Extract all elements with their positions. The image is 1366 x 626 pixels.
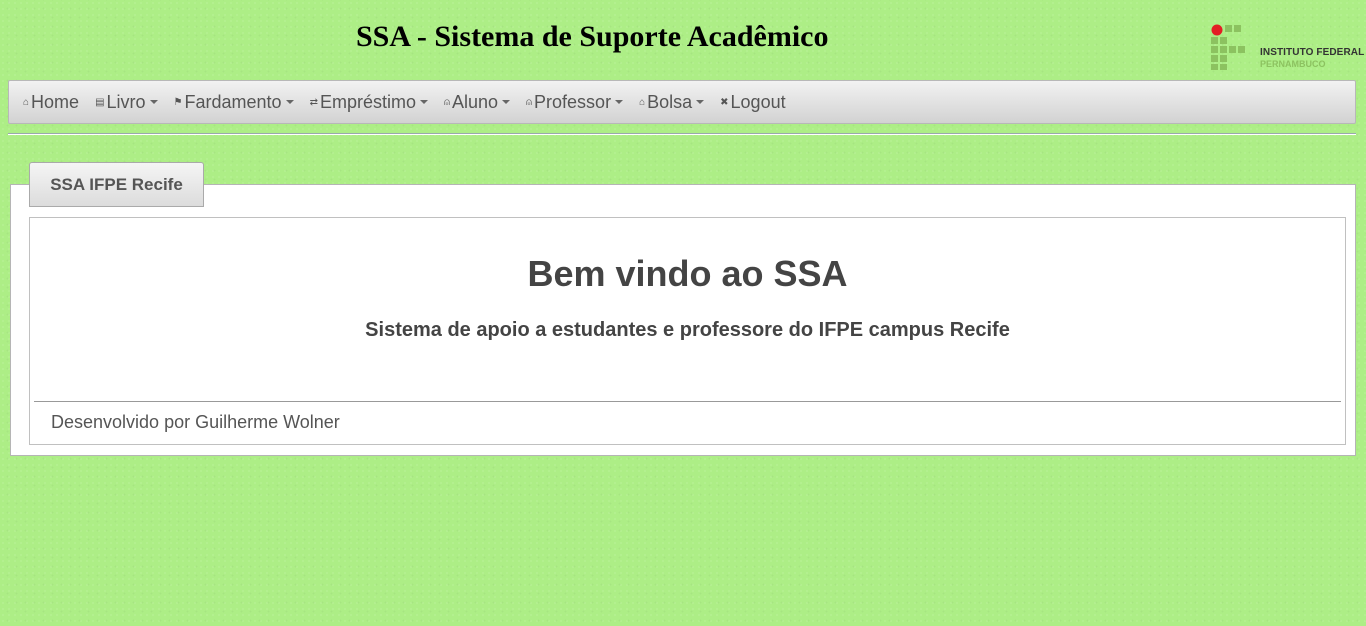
nav-item-fardamento[interactable]: ⚑ Fardamento: [174, 92, 294, 113]
user-icon: ⍝: [526, 96, 533, 108]
tab-ssa-ifpe-recife[interactable]: SSA IFPE Recife: [29, 162, 204, 207]
nav-item-label: Professor: [534, 91, 612, 112]
welcome-heading: Bem vindo ao SSA: [527, 253, 848, 294]
chevron-down-icon: [615, 100, 624, 104]
nav-item-bolsa[interactable]: ⌂ Bolsa: [639, 91, 705, 113]
briefcase-icon: ⌂: [639, 96, 646, 108]
nav-item-label: Logout: [730, 91, 786, 112]
nav-item-home[interactable]: ⌂ Home: [23, 92, 79, 113]
footer-credit: Desenvolvido por Guilherme Wolner: [51, 412, 340, 432]
nav-item-label: Aluno: [451, 91, 499, 112]
chevron-down-icon: [149, 100, 158, 104]
user-icon: ⍝: [443, 96, 450, 108]
footer-divider: [34, 401, 1341, 402]
main-navbar: ⌂ Home ▤ Livro ⚑ Fardamento ⇄ Empréstimo…: [8, 80, 1356, 124]
header-divider: [8, 133, 1356, 135]
nav-item-aluno[interactable]: ⍝ Aluno: [443, 91, 511, 113]
transfer-icon: ⇄: [309, 96, 318, 108]
flag-icon: ⚑: [173, 96, 183, 108]
nav-item-label: Empréstimo: [319, 91, 416, 112]
nav-item-label: Fardamento: [184, 91, 282, 112]
site-title: SSA - Sistema de Suporte Acadêmico: [356, 20, 829, 53]
nav-item-label: Bolsa: [647, 91, 693, 112]
nav-item-professor[interactable]: ⍝ Professor: [526, 91, 624, 113]
book-icon: ▤: [95, 96, 105, 108]
chevron-down-icon: [285, 100, 294, 104]
chevron-down-icon: [502, 100, 511, 104]
welcome-subtitle: Sistema de apoio a estudantes e professo…: [365, 319, 1010, 341]
logo-text-institute: INSTITUTO FEDERAL: [1260, 47, 1365, 58]
ifpe-logo-icon: [1211, 24, 1245, 70]
ifpe-logo: INSTITUTO FEDERAL PERNAMBUCO: [1210, 24, 1364, 70]
nav-item-logout[interactable]: ✖ Logout: [720, 92, 785, 113]
chevron-down-icon: [419, 100, 428, 104]
close-icon: ✖: [720, 96, 729, 108]
chevron-down-icon: [696, 100, 705, 104]
nav-item-emprestimo[interactable]: ⇄ Empréstimo: [310, 92, 428, 113]
welcome-box: Bem vindo ao SSA Sistema de apoio a estu…: [29, 217, 1346, 445]
nav-item-label: Home: [31, 91, 80, 112]
nav-item-label: Livro: [106, 91, 146, 112]
home-icon: ⌂: [23, 96, 30, 108]
logo-text-state: PERNAMBUCO: [1260, 59, 1326, 69]
nav-item-livro[interactable]: ▤ Livro: [95, 91, 158, 113]
